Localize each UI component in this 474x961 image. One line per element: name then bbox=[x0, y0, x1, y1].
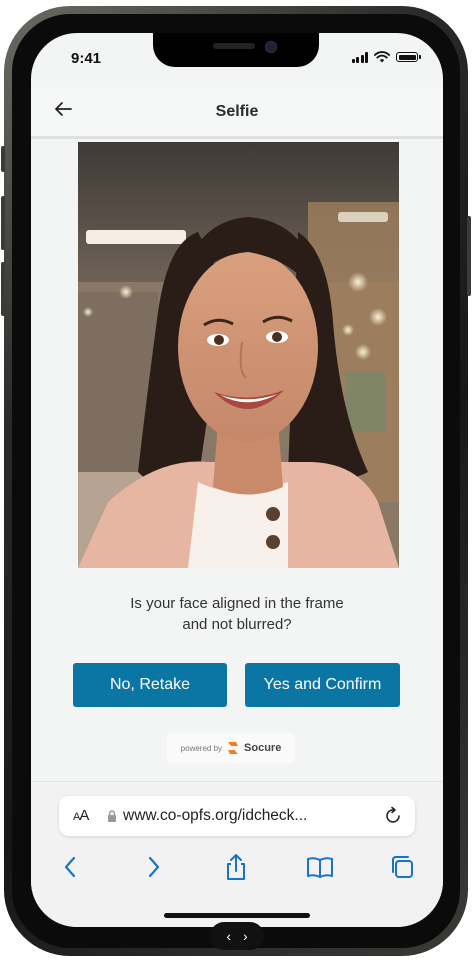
tabs-icon[interactable] bbox=[387, 852, 417, 882]
socure-brand: Socure bbox=[244, 742, 282, 754]
mute-switch bbox=[1, 146, 5, 172]
next-page-button[interactable]: › bbox=[243, 929, 248, 943]
volume-up-button bbox=[1, 196, 5, 250]
lock-icon bbox=[108, 810, 116, 822]
page-nav-pill: ‹ › bbox=[210, 922, 264, 950]
wifi-icon bbox=[374, 51, 390, 63]
page-header: Selfie bbox=[31, 87, 443, 137]
socure-logo-icon bbox=[228, 742, 239, 754]
volume-down-button bbox=[1, 262, 5, 316]
reader-settings-button[interactable]: AA bbox=[73, 807, 89, 824]
share-icon[interactable] bbox=[221, 852, 251, 882]
status-icons bbox=[351, 51, 421, 63]
retake-button[interactable]: No, Retake bbox=[73, 663, 227, 707]
url-text[interactable]: www.co-opfs.org/idcheck... bbox=[123, 807, 307, 825]
address-bar[interactable]: AA www.co-opfs.org/idcheck... bbox=[59, 796, 415, 836]
home-indicator[interactable] bbox=[164, 913, 310, 918]
page-title: Selfie bbox=[215, 103, 259, 120]
battery-icon bbox=[396, 52, 418, 62]
speaker bbox=[213, 43, 255, 49]
confirm-button[interactable]: Yes and Confirm bbox=[245, 663, 400, 707]
selfie-image bbox=[78, 142, 399, 568]
power-button bbox=[467, 216, 471, 296]
screen: 9:41 Selfie Is your face aligned in the … bbox=[31, 33, 443, 927]
browser-nav-bar bbox=[31, 852, 443, 886]
notch bbox=[153, 33, 319, 67]
header-divider bbox=[31, 136, 443, 139]
confirmation-question: Is your face aligned in the frame and no… bbox=[31, 593, 443, 635]
powered-by-badge: powered by Socure bbox=[167, 733, 295, 763]
safari-toolbar: AA www.co-opfs.org/idcheck... bbox=[31, 781, 443, 927]
selfie-photo bbox=[78, 142, 399, 568]
question-line-2: and not blurred? bbox=[182, 616, 292, 633]
reload-icon[interactable] bbox=[383, 806, 403, 826]
prev-page-button[interactable]: ‹ bbox=[226, 929, 231, 943]
question-line-1: Is your face aligned in the frame bbox=[130, 595, 344, 612]
chevron-right-icon[interactable] bbox=[138, 852, 168, 882]
chevron-left-icon[interactable] bbox=[56, 852, 86, 882]
book-icon[interactable] bbox=[305, 852, 335, 882]
powered-by-text: powered by bbox=[180, 743, 223, 753]
front-camera bbox=[265, 41, 277, 53]
status-time: 9:41 bbox=[71, 50, 102, 67]
cellular-signal-icon bbox=[351, 51, 368, 63]
